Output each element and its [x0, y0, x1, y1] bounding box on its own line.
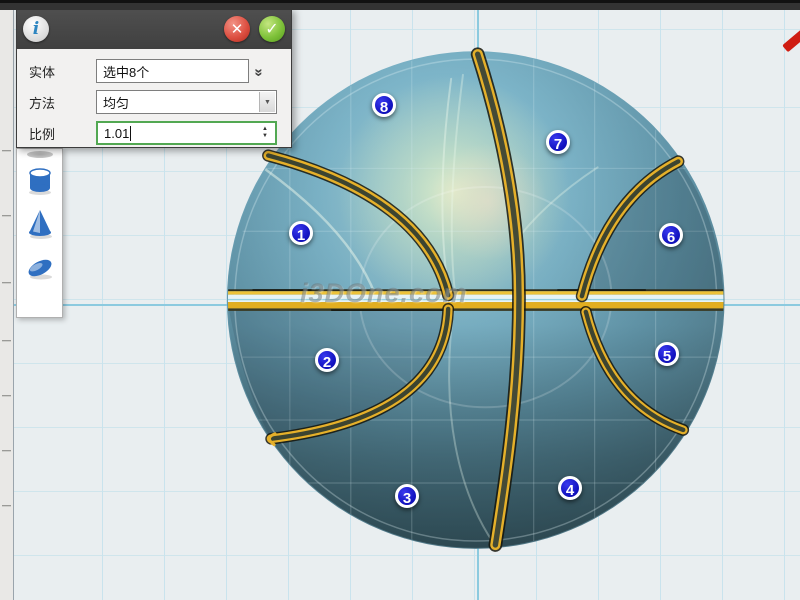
confirm-button[interactable]: ✓ [259, 16, 285, 42]
cylinder-icon[interactable] [22, 158, 58, 202]
scale-dialog: i ✕ ✓ 实体 选中8个 » 方法 均匀 ▼ [16, 8, 292, 148]
app-top-bar [0, 0, 800, 10]
panel-badge-3[interactable]: 3 [395, 484, 419, 508]
panel-badge-4[interactable]: 4 [558, 476, 582, 500]
panel-badge-2[interactable]: 2 [315, 348, 339, 372]
panel-badge-7[interactable]: 7 [546, 130, 570, 154]
spinner-down-icon[interactable]: ▼ [262, 133, 268, 140]
entity-value: 选中8个 [103, 62, 149, 81]
double-chevron-down-icon: » [251, 68, 268, 74]
entity-row: 实体 选中8个 » [29, 59, 291, 83]
shapes-toolbar [16, 148, 63, 318]
scale-spinner[interactable]: ▲ ▼ [259, 123, 271, 143]
scale-label: 比例 [29, 124, 96, 143]
chevron-down-icon: ▼ [264, 99, 271, 106]
cancel-icon: ✕ [231, 20, 244, 38]
sphere-icon[interactable] [27, 151, 53, 158]
expand-list-button[interactable]: » [249, 60, 269, 82]
cone-icon[interactable] [22, 202, 58, 246]
panel-badge-8[interactable]: 8 [372, 93, 396, 117]
method-row: 方法 均匀 ▼ [29, 90, 291, 114]
scale-value: 1.01 [104, 126, 129, 141]
dialog-titlebar[interactable]: i ✕ ✓ [17, 9, 291, 49]
panel-badge-1[interactable]: 1 [289, 221, 313, 245]
text-caret [130, 126, 131, 141]
method-dropdown[interactable]: 均匀 ▼ [96, 90, 277, 114]
app-window: { "dialog": { "info_glyph": "i", "cancel… [0, 0, 800, 600]
panel-badge-5[interactable]: 5 [655, 342, 679, 366]
scale-row: 比例 1.01 ▲ ▼ [29, 121, 291, 145]
entity-input[interactable]: 选中8个 [96, 59, 249, 83]
check-icon: ✓ [265, 19, 278, 39]
panel-badge-6[interactable]: 6 [659, 223, 683, 247]
left-docked-strip [0, 10, 14, 600]
watermark: i3DOne.com [300, 278, 468, 309]
info-glyph: i [33, 19, 39, 39]
compass-arrow-fragment [782, 29, 800, 53]
cancel-button[interactable]: ✕ [224, 16, 250, 42]
spinner-up-icon[interactable]: ▲ [262, 126, 268, 133]
ellipsoid-icon[interactable] [22, 246, 58, 290]
method-label: 方法 [29, 93, 96, 112]
info-icon: i [23, 16, 49, 42]
scale-input[interactable]: 1.01 ▲ ▼ [96, 121, 277, 145]
dropdown-arrow-button[interactable]: ▼ [259, 92, 275, 112]
entity-label: 实体 [29, 62, 96, 81]
method-value: 均匀 [103, 93, 129, 112]
